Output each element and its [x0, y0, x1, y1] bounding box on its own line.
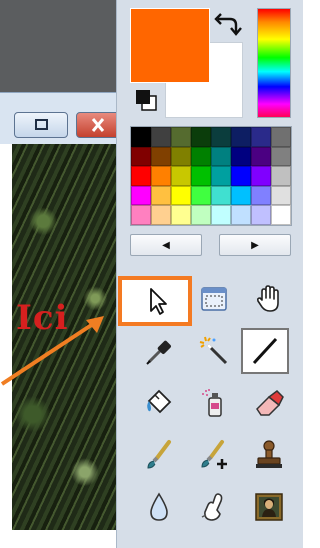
color-palette — [130, 126, 292, 226]
palette-swatch[interactable] — [211, 185, 231, 206]
palette-swatch[interactable] — [191, 166, 211, 186]
palette-swatch[interactable] — [231, 185, 251, 206]
eyedropper-icon — [146, 340, 171, 365]
palette-swatch[interactable] — [171, 146, 191, 167]
move-selection-tool[interactable] — [193, 278, 235, 320]
magic-wand-icon — [199, 336, 228, 365]
palette-swatch[interactable] — [131, 146, 151, 167]
palette-swatch[interactable] — [231, 166, 251, 186]
palette-swatch[interactable] — [271, 205, 291, 225]
spray-tool[interactable] — [193, 382, 235, 424]
palette-swatch[interactable] — [251, 146, 271, 167]
palette-swatch[interactable] — [191, 146, 211, 167]
stamp-tool[interactable] — [248, 434, 290, 476]
palette-swatch[interactable] — [251, 185, 271, 206]
palette-next-button[interactable]: ▶ — [219, 234, 291, 256]
water-drop-icon — [150, 492, 168, 521]
eraser-tool[interactable] — [248, 382, 290, 424]
palette-swatch[interactable] — [271, 166, 291, 186]
palette-swatch[interactable] — [171, 127, 191, 147]
palette-swatch[interactable] — [211, 205, 231, 225]
close-icon — [91, 118, 105, 132]
magic-wand-tool[interactable] — [193, 330, 235, 372]
window-close-button[interactable] — [76, 112, 116, 138]
spray-can-icon — [202, 389, 222, 417]
pan-tool[interactable] — [248, 278, 290, 320]
canvas-margin-bottom — [0, 530, 116, 548]
clone-tool[interactable] — [248, 486, 290, 528]
palette-swatch[interactable] — [171, 205, 191, 225]
palette-swatch[interactable] — [131, 127, 151, 147]
line-icon — [252, 337, 278, 365]
finger-icon — [201, 493, 223, 521]
palette-swatch[interactable] — [151, 146, 171, 167]
palette-swatch[interactable] — [191, 127, 211, 147]
pointer-icon — [150, 288, 167, 315]
palette-swatch[interactable] — [191, 185, 211, 206]
palette-swatch[interactable] — [171, 185, 191, 206]
palette-prev-button[interactable]: ◀ — [130, 234, 202, 256]
brush-tool[interactable] — [138, 434, 180, 476]
select-pointer-tool[interactable] — [118, 276, 192, 326]
blur-tool[interactable] — [138, 486, 180, 528]
canvas-area[interactable]: Ici — [0, 0, 116, 548]
palette-swatch[interactable] — [251, 166, 271, 186]
primary-color-swatch[interactable] — [130, 8, 210, 83]
line-tool[interactable] — [241, 328, 289, 374]
mona-lisa-icon — [255, 493, 283, 521]
palette-swatch[interactable] — [171, 166, 191, 186]
palette-swatch[interactable] — [251, 127, 271, 147]
palette-swatch[interactable] — [131, 185, 151, 206]
arrow-left-icon: ◀ — [162, 239, 170, 251]
palette-swatch[interactable] — [151, 166, 171, 186]
palette-swatch[interactable] — [231, 205, 251, 225]
maximize-icon — [35, 119, 48, 130]
palette-swatch[interactable] — [131, 205, 151, 225]
window-maximize-button[interactable] — [14, 112, 68, 138]
palette-swatch[interactable] — [151, 185, 171, 206]
background-window — [0, 0, 116, 92]
color-spectrum-picker[interactable] — [257, 8, 291, 118]
palette-swatch[interactable] — [211, 166, 231, 186]
swap-colors-icon[interactable] — [214, 12, 242, 38]
palette-swatch[interactable] — [231, 146, 251, 167]
palette-swatch[interactable] — [231, 127, 251, 147]
eraser-icon — [256, 390, 284, 416]
paint-bucket-icon — [147, 389, 172, 414]
palette-swatch[interactable] — [191, 205, 211, 225]
reset-colors-icon[interactable] — [134, 88, 158, 112]
color-picker-tool[interactable] — [138, 330, 180, 372]
paintbrush-icon — [147, 440, 171, 469]
palette-swatch[interactable] — [211, 127, 231, 147]
palette-swatch[interactable] — [271, 127, 291, 147]
annotation-arrow — [0, 316, 104, 386]
palette-swatch[interactable] — [211, 146, 231, 167]
palette-swatch[interactable] — [251, 205, 271, 225]
palette-swatch[interactable] — [151, 127, 171, 147]
arrow-right-icon: ▶ — [251, 239, 259, 251]
paintbrush-plus-icon — [201, 440, 227, 469]
selection-window-icon — [201, 287, 227, 311]
paint-bucket-tool[interactable] — [138, 382, 180, 424]
palette-swatch[interactable] — [131, 166, 151, 186]
hand-icon — [256, 285, 279, 312]
brush-plus-tool[interactable] — [193, 434, 235, 476]
palette-swatch[interactable] — [271, 185, 291, 206]
stamp-icon — [256, 440, 282, 468]
palette-swatch[interactable] — [151, 205, 171, 225]
smudge-tool[interactable] — [193, 486, 235, 528]
palette-swatch[interactable] — [271, 146, 291, 167]
